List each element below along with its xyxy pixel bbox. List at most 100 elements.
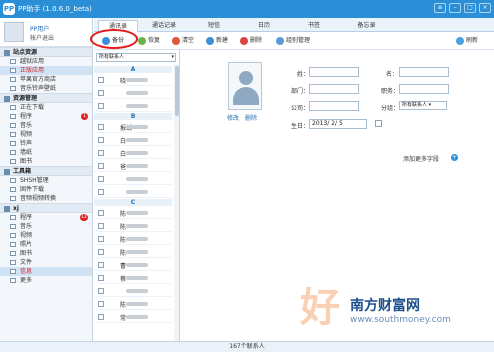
restore-button[interactable]: 恢复 — [138, 36, 160, 46]
sidebar-item[interactable]: 苹果官方商店 — [0, 75, 92, 84]
logout-link[interactable]: 帐户退出 — [30, 33, 54, 42]
sidebar-item[interactable]: 墙纸 — [0, 148, 92, 157]
job-title-input[interactable] — [399, 84, 449, 94]
count-badge: 1 — [81, 113, 88, 120]
scrollbar-thumb[interactable] — [175, 66, 179, 116]
contact-row[interactable]: 蔡 — [94, 272, 172, 284]
contact-checkbox[interactable] — [98, 223, 104, 229]
sidebar-item[interactable]: 正版应用 — [0, 66, 92, 75]
refresh-button[interactable]: 刷新 — [456, 36, 478, 46]
contact-row[interactable] — [94, 87, 172, 99]
add-more-fields-label[interactable]: 添加更多字段 — [403, 154, 439, 163]
contact-row[interactable] — [94, 186, 172, 198]
tab-sms[interactable]: 短信 — [199, 20, 229, 32]
contact-checkbox[interactable] — [98, 249, 104, 255]
contact-row[interactable]: 常 — [94, 311, 172, 323]
sidebar-item[interactable]: 音乐 — [0, 121, 92, 130]
sidebar-item[interactable]: 图书 — [0, 157, 92, 166]
contact-checkbox[interactable] — [98, 150, 104, 156]
menu-icon[interactable]: ≡ — [434, 3, 446, 13]
contact-checkbox[interactable] — [98, 210, 104, 216]
tab-call-log[interactable]: 通话记录 — [144, 20, 184, 32]
department-input[interactable] — [309, 84, 359, 94]
contact-row[interactable]: 报纸 — [94, 121, 172, 133]
sidebar-item[interactable]: 音频视频转换 — [0, 194, 92, 203]
sidebar-group-header[interactable]: 资源管理 — [0, 93, 92, 103]
contact-checkbox[interactable] — [98, 288, 104, 294]
contact-row[interactable]: 白 — [94, 147, 172, 159]
contact-filter-select[interactable]: 所有联系人 ▾ — [96, 53, 176, 62]
contact-checkbox[interactable] — [98, 301, 104, 307]
user-name[interactable]: PP用户 — [30, 24, 49, 33]
sidebar-item[interactable]: 视频 — [0, 130, 92, 139]
tab-calendar[interactable]: 日历 — [249, 20, 279, 32]
contact-checkbox[interactable] — [98, 77, 104, 83]
contact-row[interactable] — [94, 100, 172, 112]
contact-checkbox[interactable] — [98, 176, 104, 182]
contact-row[interactable]: 陈 — [94, 233, 172, 245]
sidebar-item[interactable]: 更多 — [0, 276, 92, 285]
contact-checkbox[interactable] — [98, 137, 104, 143]
sidebar-item[interactable]: 铃声 — [0, 139, 92, 148]
sidebar-item[interactable]: 程序 12 — [0, 213, 92, 222]
add-field-icon[interactable]: + — [451, 154, 458, 161]
sidebar-item[interactable]: SHSH管理 — [0, 176, 92, 185]
clear-button[interactable]: 清空 — [172, 36, 194, 46]
group-select[interactable]: 所有联系人 ▾ — [399, 101, 447, 110]
tab-notes[interactable]: 备忘录 — [349, 20, 384, 32]
sidebar-item[interactable]: 图书 — [0, 249, 92, 258]
sidebar-groups: 站点资源 越狱应用 正版应用 苹果官方商店 音乐铃声壁纸 资源管理 正在下载 程序 1 音乐 视频铃… — [0, 47, 92, 285]
sidebar-item[interactable]: 视频 — [0, 231, 92, 240]
contact-checkbox[interactable] — [98, 124, 104, 130]
contact-checkbox[interactable] — [98, 189, 104, 195]
sidebar-item[interactable]: 越狱应用 — [0, 57, 92, 66]
sidebar-group-header[interactable]: 工具箱 — [0, 166, 92, 176]
surname-input[interactable] — [309, 67, 359, 77]
sidebar-group-header[interactable]: 站点资源 — [0, 47, 92, 57]
contact-row[interactable]: 晓 — [94, 74, 172, 86]
sidebar-item[interactable]: 文件 — [0, 258, 92, 267]
contact-checkbox[interactable] — [98, 236, 104, 242]
given-name-input[interactable] — [399, 67, 449, 77]
contact-checkbox[interactable] — [98, 163, 104, 169]
company-input[interactable] — [309, 101, 359, 111]
window-controls: ≡ – □ × — [434, 3, 491, 13]
sidebar-item[interactable]: 信息 — [0, 267, 92, 276]
contact-photo[interactable] — [228, 62, 262, 110]
birthday-input[interactable]: 2013/ 2/ 5 — [309, 119, 367, 129]
contact-row[interactable]: 陈 — [94, 298, 172, 310]
new-button[interactable]: 新建 — [206, 36, 228, 46]
contact-row[interactable]: 陈 — [94, 207, 172, 219]
contact-row[interactable] — [94, 173, 172, 185]
contact-row[interactable]: 白 — [94, 134, 172, 146]
maximize-icon[interactable]: □ — [464, 3, 476, 13]
contact-checkbox[interactable] — [98, 262, 104, 268]
delete-photo-link[interactable]: 删除 — [245, 113, 257, 122]
contact-row[interactable]: 曹 — [94, 259, 172, 271]
delete-button[interactable]: 删除 — [240, 36, 262, 46]
close-icon[interactable]: × — [479, 3, 491, 13]
sidebar-item[interactable]: 音乐铃声壁纸 — [0, 84, 92, 93]
tab-bookmarks[interactable]: 书签 — [299, 20, 329, 32]
sidebar-item[interactable]: 正在下载 — [0, 103, 92, 112]
minimize-icon[interactable]: – — [449, 3, 461, 13]
avatar[interactable] — [4, 22, 24, 42]
sidebar-group-header[interactable]: xj — [0, 203, 92, 213]
contact-row[interactable]: 陈 — [94, 246, 172, 258]
edit-photo-link[interactable]: 修改 — [227, 113, 239, 122]
sidebar-item[interactable]: 照片 — [0, 240, 92, 249]
group-manage-button[interactable]: 组别管理 — [276, 36, 310, 46]
contact-checkbox[interactable] — [98, 314, 104, 320]
contact-checkbox[interactable] — [98, 275, 104, 281]
sidebar-item[interactable]: 固件下载 — [0, 185, 92, 194]
job-title-label: 职务： — [381, 88, 400, 95]
sidebar-item[interactable]: 程序 1 — [0, 112, 92, 121]
birthday-checkbox[interactable] — [375, 120, 382, 127]
sidebar-item[interactable]: 音乐 — [0, 222, 92, 231]
contact-checkbox[interactable] — [98, 103, 104, 109]
contact-list-scrollbar[interactable] — [174, 64, 179, 341]
contact-row[interactable] — [94, 285, 172, 297]
contact-row[interactable]: 陈 — [94, 220, 172, 232]
contact-row[interactable]: 爸 — [94, 160, 172, 172]
contact-checkbox[interactable] — [98, 90, 104, 96]
